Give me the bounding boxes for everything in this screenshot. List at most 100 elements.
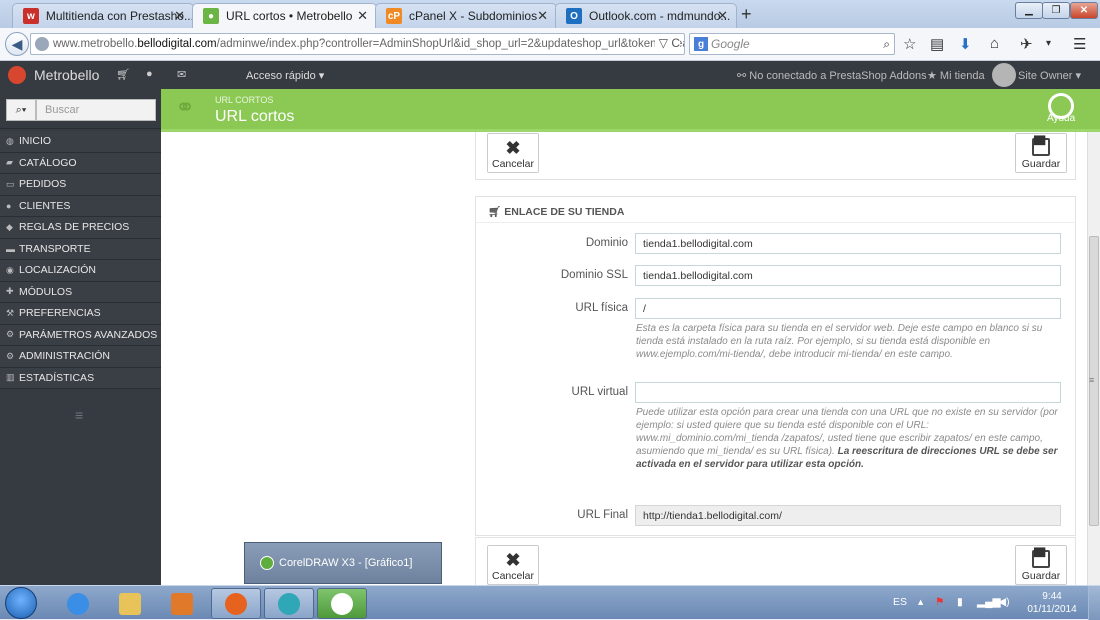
taskbar-explorer[interactable] bbox=[105, 588, 155, 619]
bookmarks-list-icon[interactable]: ▤ bbox=[930, 35, 944, 53]
my-shop-link[interactable]: ★ Mi tienda bbox=[927, 69, 985, 82]
physical-url-field[interactable]: / bbox=[635, 298, 1061, 319]
power-icon[interactable]: ▮ bbox=[957, 596, 963, 608]
back-button[interactable]: ◀ bbox=[5, 32, 29, 56]
sidebar-item-label: CLIENTES bbox=[19, 199, 71, 212]
sidebar-item-reglas-de-precios[interactable]: ◆ REGLAS DE PRECIOS bbox=[0, 217, 161, 239]
sidebar-item-parametros-avanzados[interactable]: ⚙ PARÁMETROS AVANZADOS bbox=[0, 324, 161, 346]
sidebar-item-pedidos[interactable]: ▭ PEDIDOS bbox=[0, 174, 161, 196]
domain-ssl-value: tienda1.bellodigital.com bbox=[643, 269, 753, 282]
close-icon[interactable]: ✕ bbox=[174, 8, 185, 24]
save-button[interactable]: ▀ Guardar bbox=[1015, 133, 1067, 173]
menu-icon[interactable]: ☰ bbox=[1073, 35, 1086, 53]
cancel-button[interactable]: ✖ Cancelar bbox=[487, 133, 539, 173]
cancel-button-bottom[interactable]: ✖ Cancelar bbox=[487, 545, 539, 585]
language-indicator[interactable]: ES bbox=[893, 596, 907, 608]
section-title: 🛒︎ ENLACE DE SU TIENDA bbox=[488, 205, 624, 218]
sidebar-item-preferencias[interactable]: ⚒ PREFERENCIAS bbox=[0, 303, 161, 325]
globe-icon bbox=[35, 37, 49, 51]
bookmark-star-icon[interactable]: ☆ bbox=[903, 35, 916, 53]
taskbar-coreldraw[interactable] bbox=[317, 588, 367, 619]
search-input[interactable]: Buscar bbox=[36, 99, 156, 121]
cpanel-icon: cP bbox=[386, 8, 402, 24]
sidebar-item-modulos[interactable]: ✚ MÓDULOS bbox=[0, 281, 161, 303]
window-close-button[interactable]: ✕ bbox=[1070, 2, 1098, 19]
user-menu[interactable]: Site Owner ▾ bbox=[1018, 69, 1081, 82]
chevron-down-icon[interactable]: ▾ bbox=[1046, 38, 1051, 49]
clock[interactable]: 9:44 01/11/2014 bbox=[1026, 590, 1078, 616]
credit-card-icon: ▭ bbox=[6, 178, 15, 189]
search-icon[interactable]: ⌕ bbox=[883, 37, 890, 52]
virtual-url-field[interactable] bbox=[635, 382, 1061, 403]
sidebar-item-label: PARÁMETROS AVANZADOS bbox=[19, 328, 158, 341]
clock-date: 01/11/2014 bbox=[1027, 604, 1077, 615]
puzzle-icon: ✚ bbox=[6, 286, 14, 297]
collapse-menu-icon[interactable]: ≡ bbox=[75, 407, 83, 423]
mail-icon[interactable]: ✉ bbox=[177, 68, 186, 81]
start-button[interactable] bbox=[5, 587, 37, 619]
save-button-bottom[interactable]: ▀ Guardar bbox=[1015, 545, 1067, 585]
sidebar-item-clientes[interactable]: ● CLIENTES bbox=[0, 195, 161, 217]
new-tab-button[interactable]: + bbox=[741, 4, 752, 25]
sidebar-item-administracion[interactable]: ⚙ ADMINISTRACIÓN bbox=[0, 346, 161, 368]
show-desktop-button[interactable] bbox=[1088, 586, 1100, 620]
volume-icon[interactable]: ◀) bbox=[998, 596, 1010, 608]
flag-icon[interactable]: ⚑ bbox=[935, 596, 944, 608]
taskbar-app[interactable] bbox=[264, 588, 314, 619]
minimize-button[interactable]: ▁ bbox=[1015, 2, 1043, 19]
domain-ssl-field[interactable]: tienda1.bellodigital.com bbox=[635, 265, 1061, 286]
top-toolbar-panel bbox=[475, 132, 1076, 180]
taskbar-firefox[interactable] bbox=[211, 588, 261, 619]
coreldraw-icon bbox=[331, 592, 353, 615]
physical-url-help: Esta es la carpeta física para su tienda… bbox=[636, 323, 1043, 360]
download-icon[interactable]: ⬇ bbox=[959, 35, 972, 53]
address-bar[interactable]: www.metrobello. bellodigital.com/adminwe/… bbox=[30, 33, 685, 55]
breadcrumb[interactable]: URL CORTOS bbox=[215, 95, 273, 105]
sidebar-item-estadisticas[interactable]: ▥ ESTADÍSTICAS bbox=[0, 367, 161, 389]
help-label[interactable]: Ayuda bbox=[1047, 113, 1075, 124]
show-hidden-icons-icon[interactable]: ▴ bbox=[918, 596, 923, 608]
cart-icon[interactable]: 🛒︎ bbox=[116, 68, 130, 81]
close-icon[interactable]: ✕ bbox=[717, 8, 728, 24]
reload-icon[interactable]: ▽ C bbox=[654, 36, 680, 50]
browser-tab[interactable]: ● URL cortos • Metrobello ✕ bbox=[192, 3, 377, 28]
taskbar-media[interactable] bbox=[157, 588, 207, 619]
taskbar-preview-popup[interactable]: CorelDRAW X3 - [Gráfico1] bbox=[244, 542, 442, 584]
save-icon: ▀ bbox=[1032, 138, 1050, 156]
outlook-icon: O bbox=[566, 8, 582, 24]
close-icon[interactable]: ✕ bbox=[537, 8, 548, 24]
shop-name[interactable]: Metrobello bbox=[34, 67, 99, 83]
browser-nav-bar: ◀ www.metrobello. bellodigital.com/adminw… bbox=[0, 28, 1100, 61]
sidebar-item-localizacion[interactable]: ◉ LOCALIZACIÓN bbox=[0, 260, 161, 282]
search-placeholder: Buscar bbox=[45, 104, 80, 116]
browser-tab[interactable]: cP cPanel X - Subdominios ✕ bbox=[375, 3, 557, 28]
sidebar-item-inicio[interactable]: ◍ INICIO bbox=[0, 131, 161, 153]
browser-tab[interactable]: O Outlook.com - mdmundo... ✕ bbox=[555, 3, 737, 28]
quick-access-dropdown[interactable]: Acceso rápido ▾ bbox=[246, 69, 324, 82]
taskbar-ie[interactable] bbox=[53, 588, 103, 619]
dashboard-icon: ◍ bbox=[6, 135, 14, 146]
addon-icon[interactable]: ✈ bbox=[1020, 35, 1033, 53]
close-icon[interactable]: ✕ bbox=[357, 8, 368, 24]
folder-icon bbox=[119, 592, 141, 615]
app-icon bbox=[278, 592, 300, 615]
admin-header: Metrobello 🛒︎ ● ✉ Acceso rápido ▾ ⚯ No c… bbox=[0, 61, 1100, 89]
sidebar: ⌕▾ Buscar ◍ INICIO ▰ CATÁLOGO ▭ PEDIDOS ● CL… bbox=[0, 89, 161, 585]
chart-icon: ▥ bbox=[6, 372, 15, 383]
prestashop-icon: ● bbox=[203, 8, 219, 24]
prestashop-logo-icon[interactable] bbox=[8, 66, 26, 84]
browser-tab[interactable]: w Multitienda con Prestasho... ✕ bbox=[12, 3, 194, 28]
domain-field[interactable]: tienda1.bellodigital.com bbox=[635, 233, 1061, 254]
maximize-button[interactable]: ❐ bbox=[1042, 2, 1070, 19]
search-bar[interactable]: g Google ⌕ bbox=[689, 33, 895, 55]
addons-link[interactable]: ⚯ No conectado a PrestaShop Addons bbox=[737, 69, 927, 82]
sidebar-item-transporte[interactable]: ▬ TRANSPORTE bbox=[0, 238, 161, 260]
sidebar-item-label: ESTADÍSTICAS bbox=[19, 371, 95, 384]
search-type-dropdown[interactable]: ⌕▾ bbox=[6, 99, 36, 121]
clock-time: 9:44 bbox=[1042, 591, 1062, 602]
sidebar-item-catalogo[interactable]: ▰ CATÁLOGO bbox=[0, 152, 161, 174]
home-icon[interactable]: ⌂ bbox=[990, 35, 999, 52]
user-icon[interactable]: ● bbox=[146, 68, 153, 80]
avatar[interactable] bbox=[992, 63, 1016, 87]
unlink-icon: ⚯ bbox=[737, 70, 750, 82]
